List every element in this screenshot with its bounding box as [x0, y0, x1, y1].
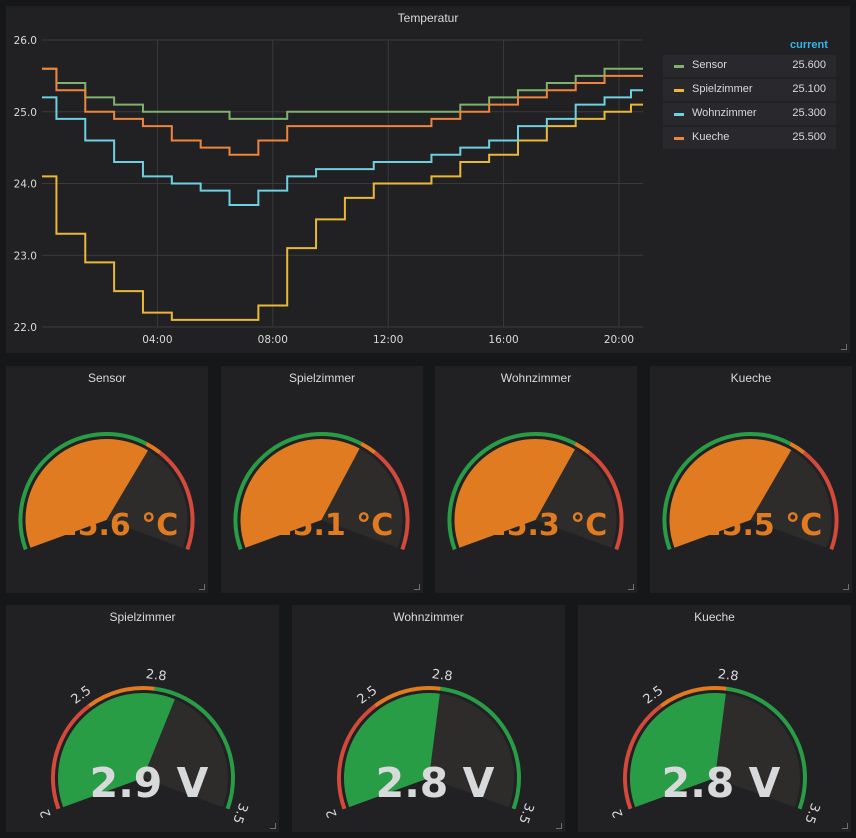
gauge-value-text: 25.5 °C: [701, 508, 822, 543]
x-tick-label: 20:00: [604, 334, 634, 346]
x-tick-label: 12:00: [373, 334, 403, 346]
volt-gauge-kueche: 22.52.83.52.8 V: [610, 667, 823, 826]
gauge-threshold-label: 2: [324, 807, 341, 820]
legend-item-sensor[interactable]: Sensor 25.600: [663, 55, 836, 77]
y-tick-label: 22.0: [14, 322, 37, 334]
gauge-threshold-label: 2: [610, 807, 627, 820]
legend-series-value: 25.500: [792, 131, 826, 143]
legend-swatch-icon[interactable]: [674, 89, 684, 92]
gauge-threshold-label: 3.5: [515, 801, 536, 826]
volt-gauge-spielzimmer: 22.52.83.52.9 V: [38, 667, 251, 826]
y-tick-label: 23.0: [14, 250, 37, 262]
temperature-chart: 26.0 25.0 24.0 23.0 22.0 04:00 08:00 12:00 16:00…: [14, 35, 836, 346]
gauge-threshold-label: 2.8: [431, 667, 453, 685]
temp-gauge-sensor: 25.6 °C: [18, 432, 195, 551]
legend-series-name[interactable]: Sensor: [692, 59, 727, 71]
gauge-value-text: 2.8 V: [662, 759, 781, 807]
legend-item-kueche[interactable]: Kueche 25.500: [663, 127, 836, 149]
temp-gauge-panel-kueche: Kueche 25.5 °C: [650, 366, 852, 593]
temp-gauge-kueche: 25.5 °C: [662, 432, 839, 551]
legend-series-value: 25.600: [792, 59, 826, 71]
legend-series-name[interactable]: Wohnzimmer: [692, 107, 757, 119]
gauge-value-text: 25.6 °C: [57, 508, 178, 543]
legend-series-value: 25.100: [792, 83, 826, 95]
x-tick-label: 08:00: [258, 334, 288, 346]
volt-gauge-panel-spielzimmer: Spielzimmer 2 2.5 2.8 3.5 2.9 V: [6, 605, 279, 832]
gauge-threshold-label: 2: [38, 807, 55, 820]
gauge-value-text: 25.1 °C: [272, 508, 393, 543]
legend-series-value: 25.300: [792, 107, 826, 119]
legend-item-wohnzimmer[interactable]: Wohnzimmer 25.300: [663, 103, 836, 125]
temp-gauge-wohnzimmer: 25.3 °C: [447, 432, 624, 551]
legend-item-spielzimmer[interactable]: Spielzimmer 25.100: [663, 79, 836, 101]
temp-gauge-panel-sensor: Sensor 25.6 °C: [6, 366, 208, 593]
gauge-value-text: 2.8 V: [376, 759, 495, 807]
gauge-threshold-label: 2.8: [717, 667, 739, 685]
volt-gauge-wohnzimmer: 22.52.83.52.8 V: [324, 667, 537, 826]
y-tick-label: 24.0: [14, 179, 37, 191]
legend-swatch-icon[interactable]: [674, 137, 684, 140]
y-tick-label: 25.0: [14, 107, 37, 119]
legend-swatch-icon[interactable]: [674, 65, 684, 68]
volt-gauge-panel-kueche: Kueche 2 2.5 2.8 3.5 2.8 V: [578, 605, 851, 832]
gauge-value-text: 2.9 V: [90, 759, 209, 807]
temp-gauge-panel-wohnzimmer: Wohnzimmer 25.3 °C: [435, 366, 637, 593]
series-line-spielzimmer[interactable]: [42, 103, 643, 321]
legend-series-name[interactable]: Kueche: [692, 131, 729, 143]
gauge-threshold-label: 3.5: [229, 801, 250, 826]
temp-gauge-panel-spielzimmer: Spielzimmer 25.1 °C: [221, 366, 423, 593]
gauge-value-text: 25.3 °C: [486, 508, 607, 543]
legend-header-current[interactable]: current: [790, 39, 828, 51]
x-tick-label: 04:00: [142, 334, 172, 346]
series-line-wohnzimmer[interactable]: [42, 89, 643, 207]
legend-swatch-icon[interactable]: [674, 113, 684, 116]
x-tick-label: 16:00: [488, 334, 518, 346]
gauge-threshold-label: 3.5: [801, 801, 822, 826]
temp-gauge-spielzimmer: 25.1 °C: [233, 432, 410, 551]
gauge-threshold-label: 2.8: [145, 667, 167, 685]
legend-series-name[interactable]: Spielzimmer: [692, 83, 753, 95]
y-tick-label: 26.0: [14, 35, 37, 47]
volt-gauge-panel-wohnzimmer: Wohnzimmer 2 2.5 2.8 3.5 2.8 V: [292, 605, 565, 832]
